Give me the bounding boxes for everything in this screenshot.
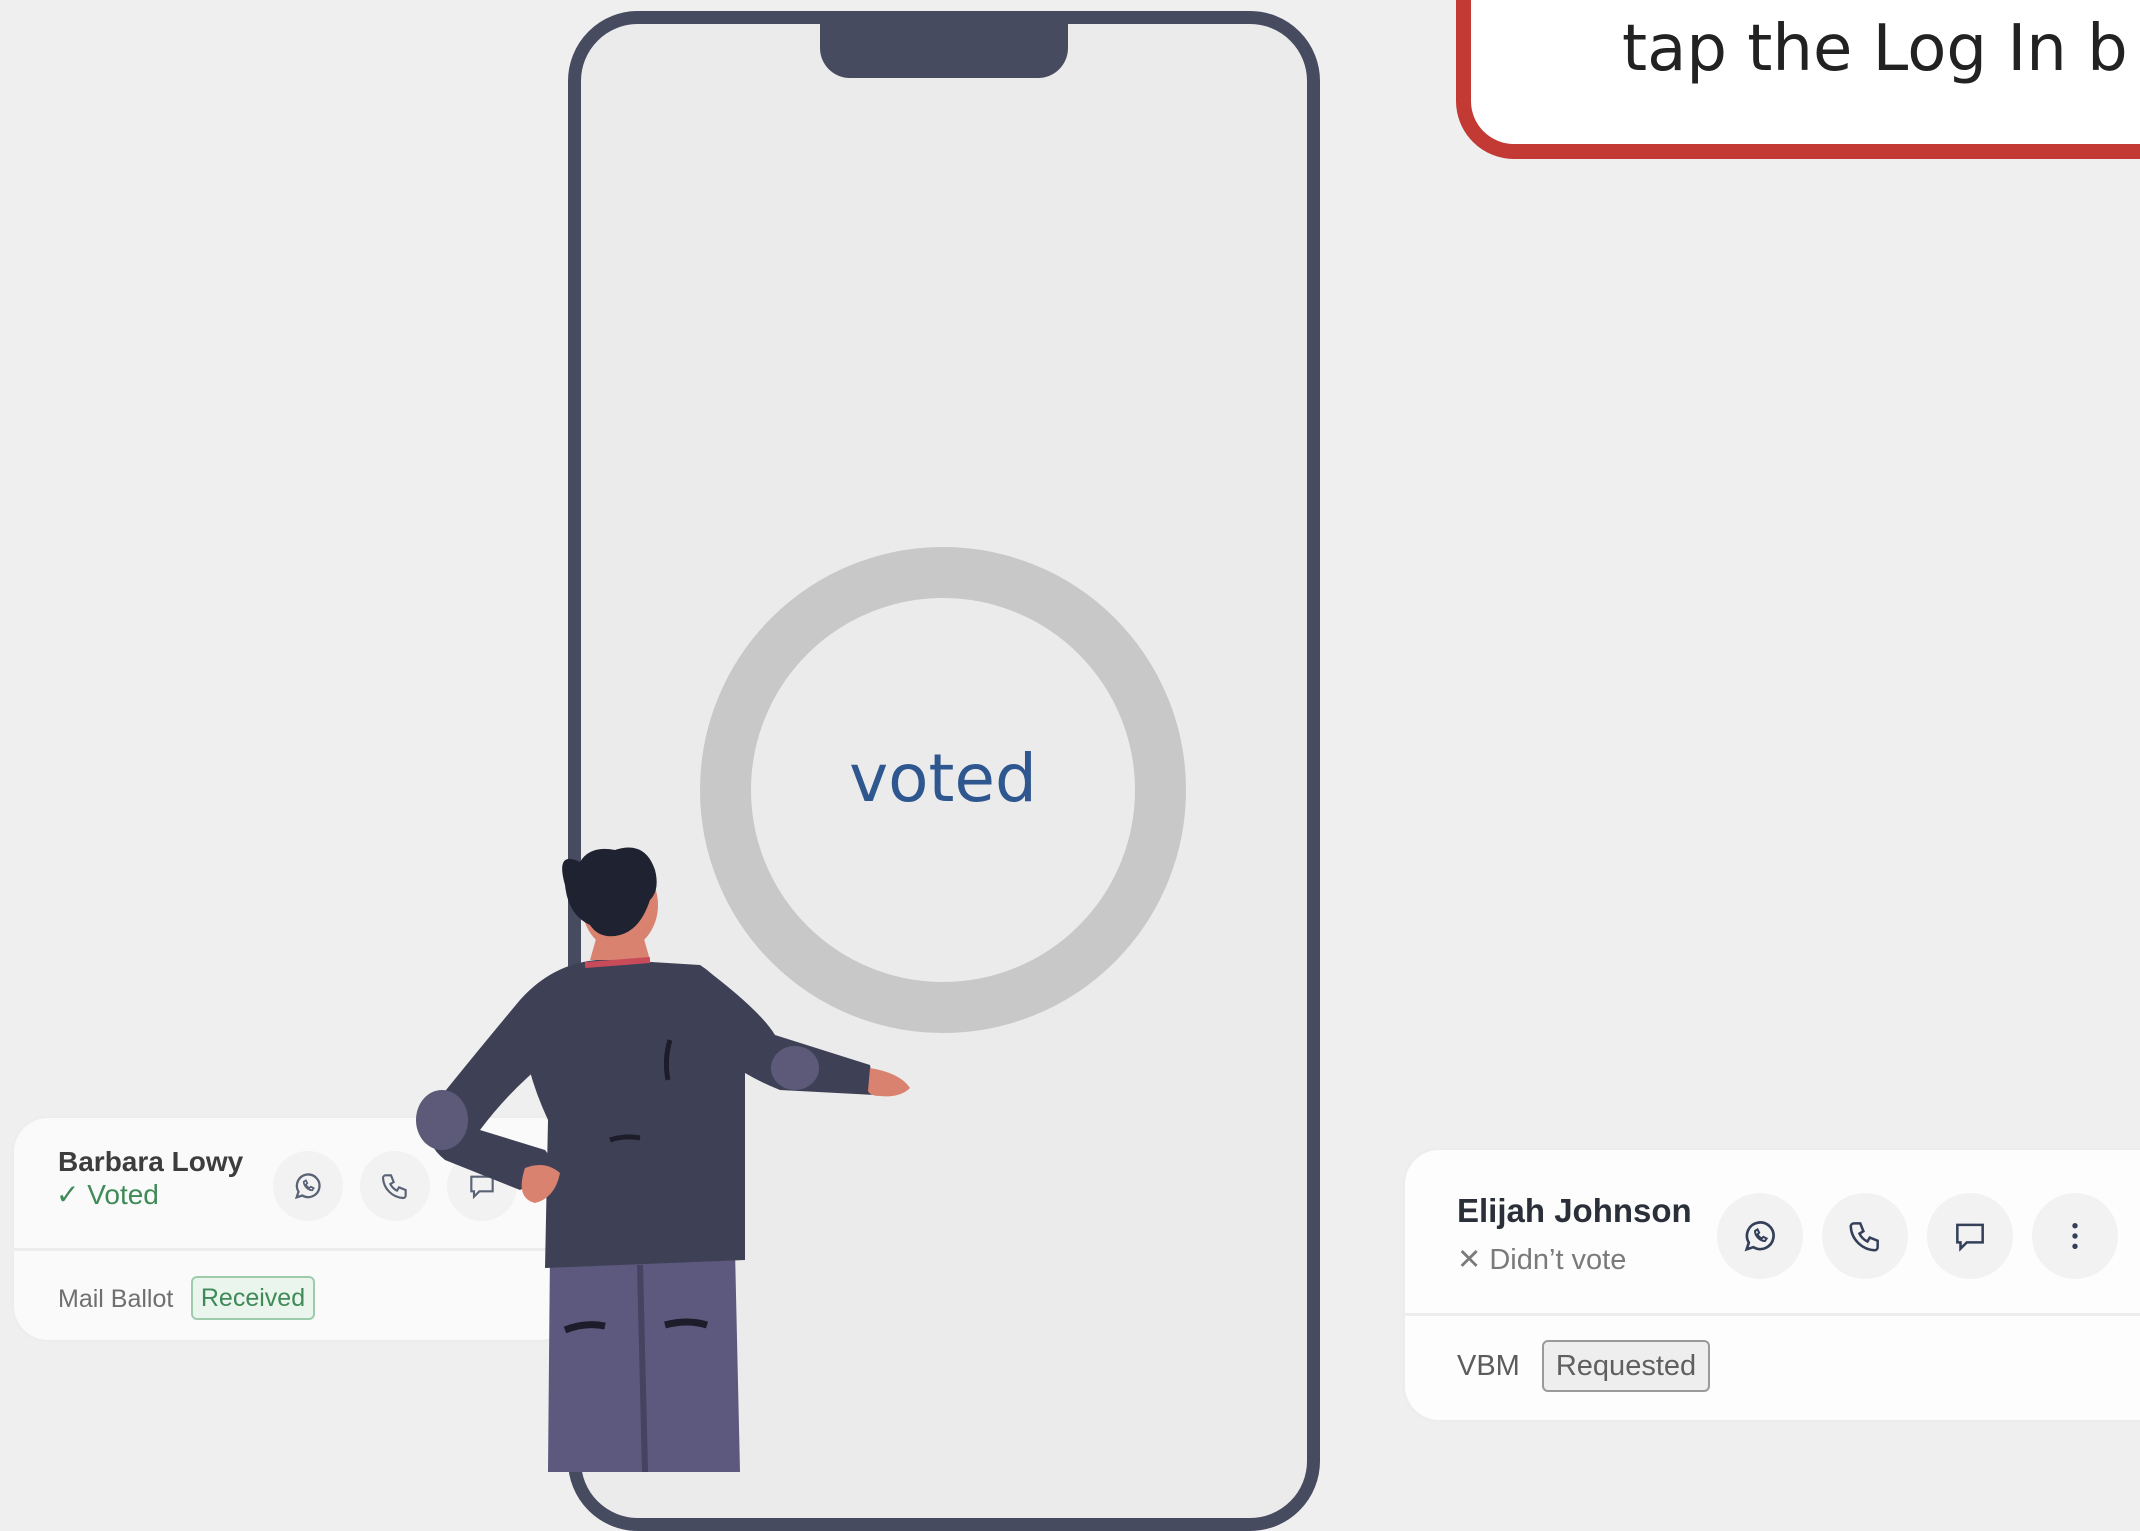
- person-illustration: [416, 847, 910, 1472]
